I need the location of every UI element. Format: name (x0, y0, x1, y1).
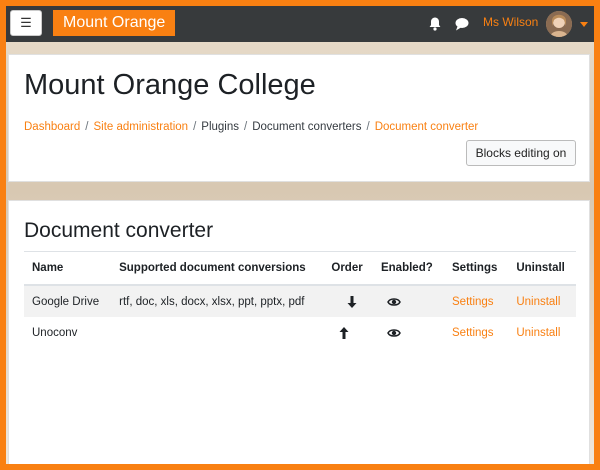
breadcrumb-dashboard[interactable]: Dashboard (24, 121, 80, 133)
site-title: Mount Orange College (24, 69, 316, 101)
arrow-up-icon[interactable] (337, 326, 351, 340)
table-header-row: Name Supported document conversions Orde… (24, 251, 576, 286)
top-navbar: ☰ Mount Orange Ms Wilson (6, 6, 594, 42)
converter-name: Google Drive (24, 285, 112, 317)
breadcrumb-separator: / (366, 121, 370, 133)
eye-icon[interactable] (387, 326, 401, 340)
caret-down-icon[interactable] (580, 22, 588, 27)
page-heading: Document converter (24, 219, 214, 242)
uninstall-cell: Uninstall (508, 317, 576, 349)
arrow-down-icon[interactable] (345, 295, 359, 309)
chat-icon[interactable] (454, 16, 470, 32)
blocks-editing-button[interactable]: Blocks editing on (466, 140, 576, 166)
settings-cell: Settings (444, 285, 509, 317)
table-row: Google Drive rtf, doc, xls, docx, xlsx, … (24, 285, 576, 317)
page-frame: ☰ Mount Orange Ms Wilson Mount Orange Co… (6, 6, 594, 464)
main-content: Document converter Name Supported docume… (8, 200, 590, 464)
breadcrumb-document-converter[interactable]: Document converter (375, 121, 479, 133)
uninstall-link[interactable]: Uninstall (516, 327, 560, 339)
converter-name: Unoconv (32, 327, 78, 339)
breadcrumb: Dashboard / Site administration / Plugins / Do… (24, 121, 478, 133)
column-header-conversions: Supported document conversions (111, 251, 324, 286)
enabled-cell (373, 317, 444, 349)
site-brand[interactable]: Mount Orange (53, 10, 176, 36)
column-header-settings: Settings (444, 251, 509, 286)
breadcrumb-site-administration[interactable]: Site administration (93, 121, 188, 133)
settings-link[interactable]: Settings (452, 296, 494, 308)
order-cell (323, 317, 373, 349)
bell-icon[interactable] (427, 16, 443, 32)
user-name[interactable]: Ms Wilson (483, 15, 538, 29)
menu-toggle-button[interactable]: ☰ (10, 10, 42, 36)
column-header-name: Name (24, 251, 112, 286)
avatar[interactable] (546, 11, 572, 37)
column-header-enabled: Enabled? (372, 251, 444, 286)
hamburger-icon: ☰ (20, 15, 32, 30)
avatar-portrait-icon (546, 11, 572, 37)
settings-cell: Settings (444, 317, 508, 349)
settings-link[interactable]: Settings (452, 327, 494, 339)
column-header-uninstall: Uninstall (508, 251, 576, 286)
uninstall-link[interactable]: Uninstall (516, 296, 560, 308)
breadcrumb-separator: / (244, 121, 248, 133)
converter-conversions: rtf, doc, xls, docx, xlsx, ppt, pptx, pd… (111, 285, 324, 317)
column-header-order: Order (323, 251, 373, 286)
breadcrumb-document-converters: Document converters (252, 121, 362, 133)
table-row: Unoconv Settings Uninstall (24, 317, 576, 349)
order-cell (323, 285, 373, 317)
breadcrumb-plugins: Plugins (201, 121, 239, 133)
uninstall-cell: Uninstall (508, 285, 576, 317)
converter-conversions (111, 317, 323, 349)
enabled-cell (372, 285, 444, 317)
breadcrumb-separator: / (193, 121, 197, 133)
eye-icon[interactable] (387, 295, 401, 309)
converter-table: Name Supported document conversions Orde… (24, 251, 576, 349)
breadcrumb-separator: / (85, 121, 89, 133)
